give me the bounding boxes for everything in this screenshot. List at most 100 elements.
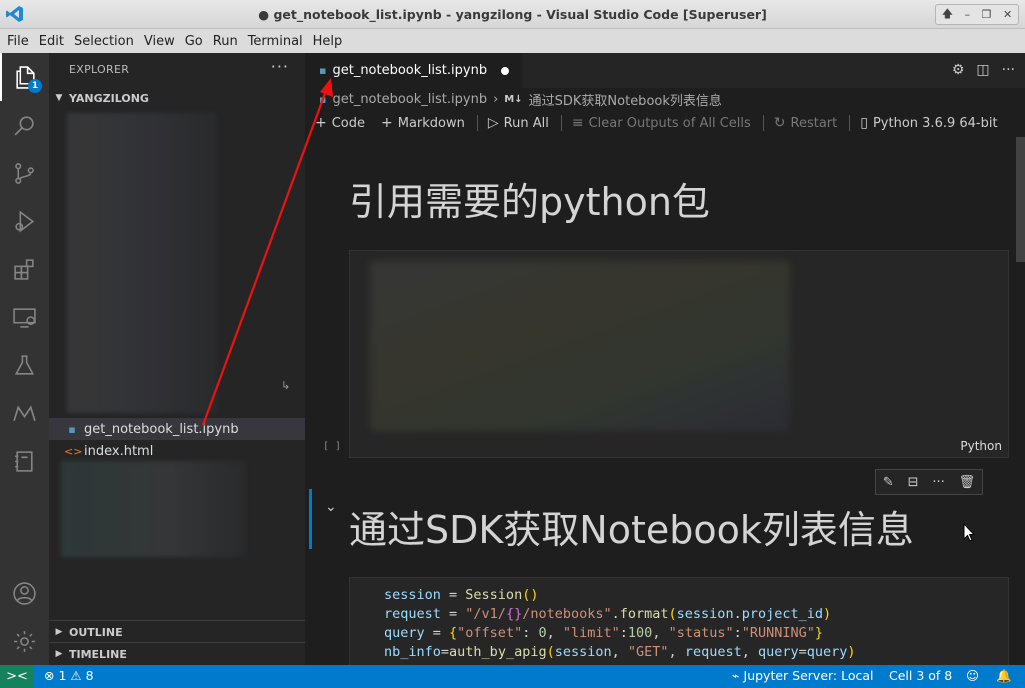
run-icon: ▷ — [487, 115, 499, 131]
error-icon: ⊗ — [44, 668, 55, 683]
markdown-heading-imports[interactable]: 引用需要的python包 — [349, 171, 710, 226]
extensions-icon[interactable] — [0, 245, 49, 293]
menu-go[interactable]: Go — [180, 34, 208, 49]
code-cell-imports[interactable]: Python — [349, 250, 1009, 458]
menu-terminal[interactable]: Terminal — [243, 34, 308, 49]
code-line: session = Session() — [384, 587, 539, 603]
breadcrumb-file[interactable]: get_notebook_list.ipynb — [332, 92, 487, 107]
notifications-bell-icon[interactable]: 🔔 — [996, 668, 1012, 684]
code-line: query = {"offset": 0, "limit":100, "stat… — [384, 625, 824, 641]
clear-outputs-button[interactable]: ≡ Clear Outputs of All Cells — [572, 115, 751, 131]
run-debug-icon[interactable] — [0, 197, 49, 245]
testing-icon[interactable] — [0, 341, 49, 389]
warning-icon: ⚠ — [70, 668, 82, 683]
scrollbar-thumb[interactable] — [1016, 137, 1025, 262]
minimize-button[interactable]: – — [965, 8, 971, 21]
unsaved-dot-icon[interactable] — [501, 66, 510, 75]
divider — [476, 115, 478, 131]
code-editor[interactable]: session = Session() request = "/v1/{}/not… — [384, 586, 856, 662]
problems-indicator[interactable]: ⊗ 1 ⚠ 8 — [44, 668, 94, 683]
more-actions-icon[interactable]: ··· — [1002, 62, 1015, 78]
clear-all-icon: ≡ — [571, 115, 584, 131]
explorer-sidebar: EXPLORER ··· ▼ YANGZILONG ↳ ▪ get_notebo… — [49, 53, 305, 665]
code-line: request = "/v1/{}/notebooks".format(sess… — [384, 606, 832, 622]
plus-icon: + — [315, 115, 327, 131]
editor-area: ▪ get_notebook_list.ipynb ⚙ ◫ ··· ▪ get_… — [305, 53, 1025, 677]
feedback-icon[interactable]: ☺ — [966, 668, 979, 683]
files-icon[interactable]: 1 — [0, 53, 49, 101]
explorer-more-button[interactable]: ··· — [271, 57, 289, 76]
kernel-icon: ▯ — [860, 115, 868, 131]
chevron-down-icon[interactable]: ⌄ — [325, 499, 337, 515]
timeline-section-header[interactable]: ▶ TIMELINE — [49, 643, 305, 665]
divider — [849, 115, 851, 131]
html-file-icon: <> — [64, 444, 83, 458]
keep-above-button[interactable]: 🡅 — [942, 5, 953, 24]
chevron-right-icon: ▶ — [55, 627, 63, 637]
edit-cell-icon[interactable]: ✎ — [883, 475, 894, 490]
outline-section-header[interactable]: ▶ OUTLINE — [49, 621, 305, 643]
split-editor-icon[interactable]: ◫ — [976, 62, 989, 78]
notebook-settings-icon[interactable]: ⚙ — [952, 62, 965, 78]
jupyter-server-status[interactable]: ⌁ Jupyter Server: Local — [732, 668, 874, 683]
file-name: index.html — [84, 443, 154, 459]
menu-selection[interactable]: Selection — [69, 34, 139, 49]
execution-count: [ ] — [323, 441, 342, 452]
mouse-cursor-icon — [963, 523, 975, 542]
editor-actions: ⚙ ◫ ··· — [952, 62, 1015, 78]
jupyter-icon: ⌁ — [732, 668, 740, 683]
close-button[interactable]: ✕ — [1003, 8, 1012, 21]
window-controls: 🡅 – ❐ ✕ — [935, 4, 1019, 25]
workspace-folder-header[interactable]: ▼ YANGZILONG — [49, 87, 305, 109]
modelarts-icon[interactable] — [0, 389, 49, 437]
delete-cell-icon[interactable]: 🗑 — [959, 475, 976, 490]
timeline-title: TIMELINE — [69, 647, 127, 661]
account-icon[interactable] — [0, 569, 49, 617]
menu-help[interactable]: Help — [308, 34, 348, 49]
kernel-picker[interactable]: ▯ Python 3.6.9 64-bit — [860, 115, 997, 131]
redacted-file-tree — [61, 461, 246, 557]
status-bar: >< ⊗ 1 ⚠ 8 ⌁ Jupyter Server: Local Cell … — [0, 665, 1025, 688]
menu-bar: File Edit Selection View Go Run Terminal… — [0, 29, 1025, 53]
breadcrumb-separator: › — [493, 92, 499, 107]
notebook-file-icon: ▪ — [68, 422, 76, 436]
menu-run[interactable]: Run — [208, 34, 243, 49]
run-all-button[interactable]: ▷ Run All — [488, 115, 549, 131]
code-line: nb_info=auth_by_apig(session, "GET", req… — [384, 644, 856, 660]
notebook-toolbar: + Code + Markdown ▷ Run All ≡ Clear Outputs … — [305, 111, 1025, 135]
explorer-badge: 1 — [28, 79, 42, 93]
chevron-right-icon: ▶ — [55, 649, 63, 659]
add-markdown-cell-button[interactable]: + Markdown — [381, 115, 465, 131]
more-cell-actions-icon[interactable]: ··· — [932, 475, 944, 490]
notebook-icon[interactable] — [0, 437, 49, 485]
file-item-notebook[interactable]: ▪ get_notebook_list.ipynb — [49, 418, 305, 440]
restart-kernel-button[interactable]: ↻ Restart — [774, 115, 837, 131]
cell-position[interactable]: Cell 3 of 8 — [889, 668, 952, 683]
remote-explorer-icon[interactable] — [0, 293, 49, 341]
markdown-heading-sdk[interactable]: 通过SDK获取Notebook列表信息 — [349, 499, 914, 554]
explorer-title: EXPLORER — [69, 63, 130, 76]
plus-icon: + — [381, 115, 393, 131]
menu-view[interactable]: View — [139, 34, 180, 49]
source-control-icon[interactable] — [0, 149, 49, 197]
menu-file[interactable]: File — [2, 34, 34, 49]
settings-gear-icon[interactable] — [0, 617, 49, 665]
redacted-code — [370, 261, 790, 431]
file-item-html[interactable]: <> index.html — [49, 440, 305, 462]
divider — [762, 115, 764, 131]
tab-bar: ▪ get_notebook_list.ipynb ⚙ ◫ ··· — [305, 53, 1025, 88]
divider — [560, 115, 562, 131]
breadcrumb: ▪ get_notebook_list.ipynb › M↓ 通过SDK获取No… — [319, 90, 722, 109]
menu-edit[interactable]: Edit — [34, 34, 69, 49]
search-icon[interactable] — [0, 101, 49, 149]
remote-indicator[interactable]: >< — [0, 665, 34, 688]
tab-get-notebook-list[interactable]: ▪ get_notebook_list.ipynb — [305, 53, 522, 88]
maximize-button[interactable]: ❐ — [982, 8, 992, 21]
breadcrumb-cell[interactable]: 通过SDK获取Notebook列表信息 — [529, 90, 722, 109]
add-code-cell-button[interactable]: + Code — [315, 115, 365, 131]
split-cell-icon[interactable]: ⊟ — [908, 475, 919, 490]
activity-bar: 1 — [0, 53, 49, 665]
code-cell-sdk[interactable]: session = Session() request = "/v1/{}/not… — [349, 577, 1009, 677]
cell-language-label[interactable]: Python — [960, 439, 1002, 453]
outline-title: OUTLINE — [69, 625, 123, 639]
